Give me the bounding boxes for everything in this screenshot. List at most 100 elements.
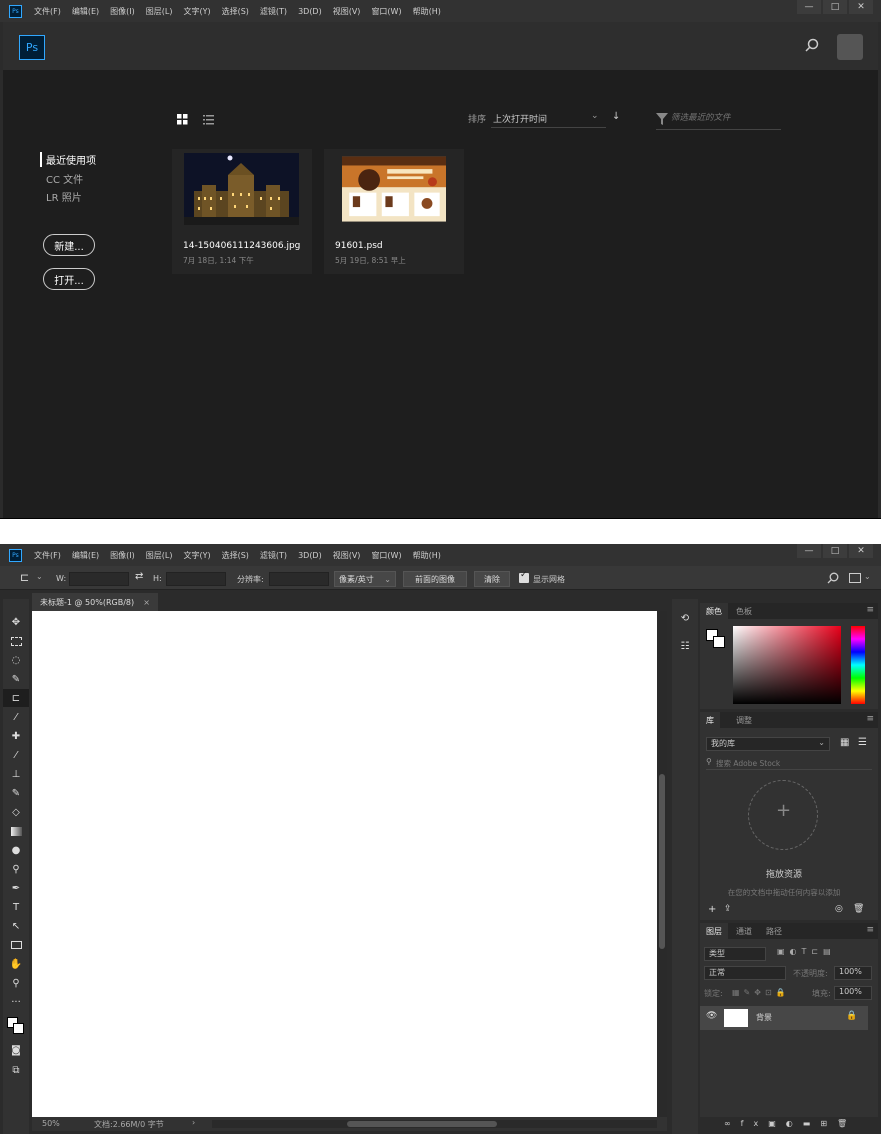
menu-3d[interactable]: 3D(D) <box>298 551 322 560</box>
show-grid-checkbox[interactable]: ✓ <box>519 570 529 583</box>
menu-layer[interactable]: 图层(L) <box>146 6 173 17</box>
menu-window[interactable]: 窗口(W) <box>371 550 401 561</box>
rectangle-tool-icon[interactable] <box>3 936 29 954</box>
menu-3d[interactable]: 3D(D) <box>298 7 322 16</box>
dodge-tool-icon[interactable]: ⚲ <box>3 860 29 878</box>
brush-tool-icon[interactable]: ⁄ <box>3 746 29 764</box>
menu-file[interactable]: 文件(F) <box>34 6 61 17</box>
opacity-input[interactable]: 100% <box>834 966 872 980</box>
blend-mode-select[interactable]: 正常 <box>704 966 786 980</box>
eraser-tool-icon[interactable]: ◇ <box>3 803 29 821</box>
menu-window[interactable]: 窗口(W) <box>371 6 401 17</box>
move-tool-icon[interactable]: ✥ <box>3 613 29 631</box>
zoom-tool-icon[interactable]: ⚲ <box>3 974 29 992</box>
width-input[interactable] <box>69 572 129 586</box>
menu-image[interactable]: 图像(I) <box>110 550 135 561</box>
maximize-button[interactable]: □ <box>823 0 847 14</box>
menu-view[interactable]: 视图(V) <box>333 550 361 561</box>
front-image-button[interactable]: 前面的图像 <box>403 571 467 587</box>
stock-search[interactable]: ⚲ 搜索 Adobe Stock <box>706 757 872 770</box>
quick-mask-icon[interactable]: ◙ <box>3 1041 29 1059</box>
menu-type[interactable]: 文字(Y) <box>183 6 210 17</box>
sidebar-item-cc-files[interactable]: CC 文件 <box>46 171 83 186</box>
list-view-icon[interactable]: ☰ <box>858 737 867 748</box>
menu-select[interactable]: 选择(S) <box>222 6 249 17</box>
hue-slider[interactable] <box>851 626 865 704</box>
upload-icon[interactable]: ⇪ <box>724 904 732 914</box>
menu-edit[interactable]: 编辑(E) <box>72 6 99 17</box>
hand-tool-icon[interactable]: ✋ <box>3 955 29 973</box>
chevron-down-icon[interactable]: ⌄ <box>864 572 871 581</box>
layer-row[interactable]: 👁 背景 🔒 <box>700 1006 868 1030</box>
height-input[interactable] <box>166 572 226 586</box>
tab-libraries[interactable]: 库 <box>700 712 720 728</box>
sort-dropdown[interactable]: 上次打开时间 ⌄ <box>491 108 606 128</box>
scrollbar-thumb[interactable] <box>659 774 665 949</box>
more-tools-icon[interactable]: ··· <box>3 993 29 1011</box>
quick-select-tool-icon[interactable]: ✎ <box>3 670 29 688</box>
visibility-eye-icon[interactable]: 👁 <box>706 1011 717 1021</box>
recent-file-card[interactable]: 91601.psd 5月 19日, 8:51 早上 <box>324 149 464 274</box>
sidebar-item-recent[interactable]: 最近使用项 <box>40 152 96 167</box>
search-icon[interactable] <box>827 572 839 584</box>
screen-mode-icon[interactable]: ⧉ <box>3 1061 29 1079</box>
lasso-tool-icon[interactable]: ◌ <box>3 651 29 669</box>
crop-tool-icon[interactable]: ⊏ <box>3 689 29 707</box>
tab-color[interactable]: 颜色 <box>700 603 728 619</box>
zoom-level[interactable]: 50% <box>42 1119 60 1128</box>
search-icon[interactable] <box>805 38 819 52</box>
lock-icons[interactable]: ▦✎✥⊡🔒 <box>732 988 790 997</box>
document-tab[interactable]: 未标题-1 @ 50%(RGB/8) × <box>32 593 158 611</box>
resolution-input[interactable] <box>269 572 329 586</box>
filter-input[interactable] <box>671 111 776 125</box>
menu-filter[interactable]: 滤镜(T) <box>260 6 287 17</box>
history-brush-tool-icon[interactable]: ✎ <box>3 784 29 802</box>
stamp-tool-icon[interactable]: ⊥ <box>3 765 29 783</box>
scrollbar-thumb[interactable] <box>347 1121 497 1127</box>
healing-brush-tool-icon[interactable]: ✚ <box>3 727 29 745</box>
menu-type[interactable]: 文字(Y) <box>183 550 210 561</box>
menu-edit[interactable]: 编辑(E) <box>72 550 99 561</box>
tab-adjustments[interactable]: 调整 <box>730 712 758 728</box>
history-icon[interactable]: ⟲ <box>672 609 698 627</box>
sidebar-item-lr-photos[interactable]: LR 照片 <box>46 189 82 204</box>
close-icon[interactable]: × <box>143 598 150 607</box>
panel-menu-icon[interactable]: ≡ <box>866 605 874 615</box>
cc-icon[interactable]: ◎ <box>835 904 843 914</box>
horizontal-scrollbar[interactable] <box>212 1120 657 1128</box>
fill-input[interactable]: 100% <box>834 986 872 1000</box>
properties-icon[interactable]: ☷ <box>672 637 698 655</box>
menu-help[interactable]: 帮助(H) <box>413 6 441 17</box>
chevron-right-icon[interactable]: › <box>192 1118 195 1127</box>
layer-filter-icons[interactable]: ▣◐T⊏▤ <box>777 947 836 956</box>
swap-icon[interactable]: ⇄ <box>135 571 143 582</box>
gradient-tool-icon[interactable] <box>3 822 29 840</box>
crop-tool-icon[interactable]: ⊏ <box>20 571 29 584</box>
drop-zone-circle[interactable]: + <box>748 780 818 850</box>
menu-help[interactable]: 帮助(H) <box>413 550 441 561</box>
avatar[interactable] <box>837 34 863 60</box>
type-tool-icon[interactable]: T <box>3 898 29 916</box>
recent-file-card[interactable]: 14-150406111243606.jpg 7月 18日, 1:14 下午 <box>172 149 312 274</box>
vertical-scrollbar[interactable] <box>657 611 667 1117</box>
menu-layer[interactable]: 图层(L) <box>146 550 173 561</box>
tab-paths[interactable]: 路径 <box>760 923 788 939</box>
layer-filter-select[interactable]: 类型 <box>704 947 766 961</box>
panel-menu-icon[interactable]: ≡ <box>866 925 874 935</box>
menu-filter[interactable]: 滤镜(T) <box>260 550 287 561</box>
eyedropper-tool-icon[interactable]: ⁄ <box>3 708 29 726</box>
marquee-tool-icon[interactable] <box>3 632 29 650</box>
menu-image[interactable]: 图像(I) <box>110 6 135 17</box>
clear-button[interactable]: 清除 <box>474 571 510 587</box>
tab-channels[interactable]: 通道 <box>730 923 758 939</box>
layer-action-icons[interactable]: ∞fx▣◐▬⊞🗑 <box>724 1119 857 1128</box>
menu-view[interactable]: 视图(V) <box>333 6 361 17</box>
trash-icon[interactable]: 🗑 <box>853 904 864 914</box>
sort-direction-icon[interactable]: ↓ <box>612 111 620 122</box>
close-button[interactable]: ✕ <box>849 0 873 14</box>
menu-file[interactable]: 文件(F) <box>34 550 61 561</box>
tab-swatches[interactable]: 色板 <box>730 603 758 619</box>
pen-tool-icon[interactable]: ✒ <box>3 879 29 897</box>
workspace-icon[interactable] <box>849 573 861 583</box>
close-button[interactable]: ✕ <box>849 544 873 558</box>
